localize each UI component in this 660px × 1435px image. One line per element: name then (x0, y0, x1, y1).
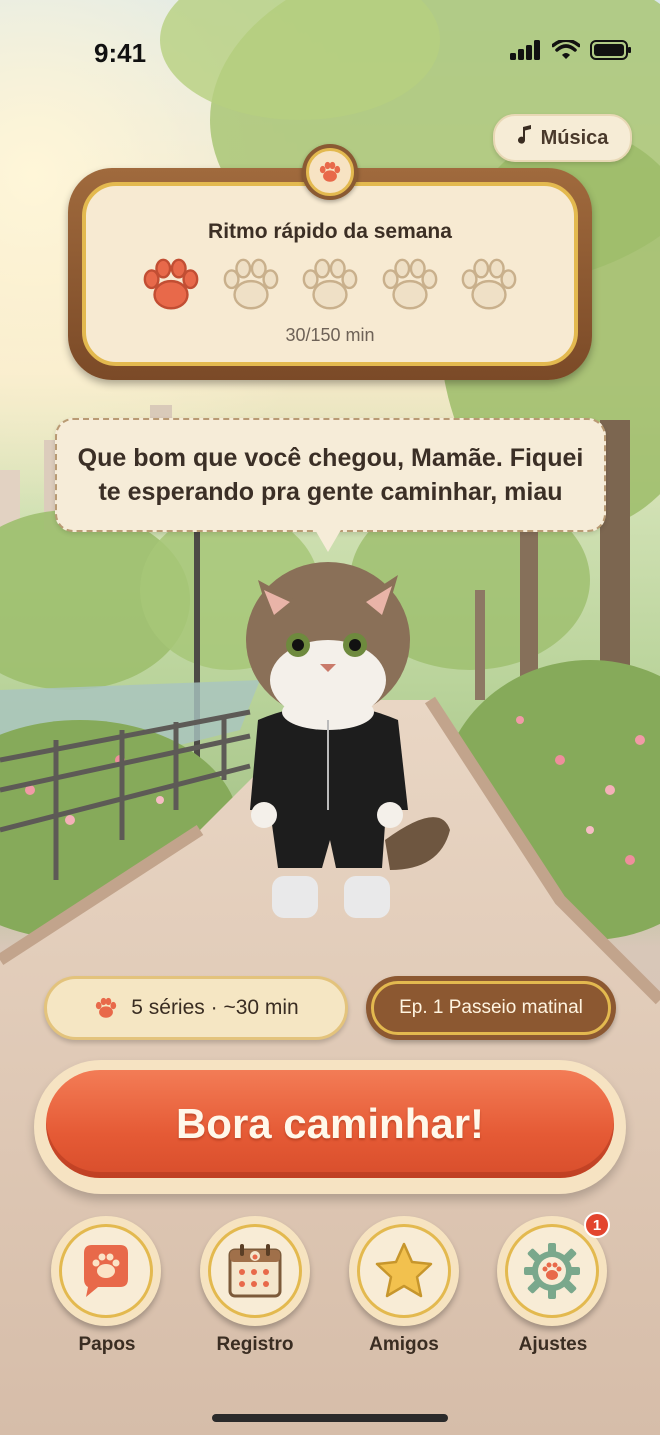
speech-bubble-text: Que bom que você chegou, Mamãe. Fiquei t… (77, 444, 584, 506)
paw-empty-icon (223, 258, 278, 310)
weekly-panel-title: Ritmo rápido da semana (208, 220, 452, 243)
episode-chip[interactable]: Ep. 1 Passeio matinal (366, 976, 616, 1040)
start-walk-button-label: Bora caminhar! (46, 1070, 614, 1178)
signal-icon (510, 40, 540, 60)
battery-icon (590, 40, 631, 60)
paw-icon (96, 997, 117, 1018)
music-button-label: Música (540, 126, 609, 149)
nav-label-ajustes: Ajustes (518, 1334, 588, 1355)
home-indicator (212, 1414, 448, 1422)
start-walk-button[interactable]: Bora caminhar! (34, 1060, 626, 1194)
paw-filled-icon (143, 258, 199, 310)
status-time: 9:41 (94, 38, 147, 68)
speech-bubble: Que bom que você chegou, Mamãe. Fiquei t… (55, 418, 606, 532)
nav-papos-button[interactable] (51, 1216, 161, 1326)
star-icon (375, 1242, 433, 1298)
gear-paw-icon (524, 1243, 580, 1299)
music-button[interactable]: Música (493, 114, 632, 162)
nav-amigos-button[interactable] (349, 1216, 459, 1326)
nav-label-registro: Registro (216, 1334, 294, 1355)
weekly-paw-progress (140, 254, 520, 316)
paw-empty-icon (302, 258, 358, 310)
nav-label-papos: Papos (78, 1334, 136, 1355)
status-icons (510, 40, 632, 60)
session-info-label: 5 séries · ~30 min (131, 996, 299, 1019)
nav-label-amigos: Amigos (369, 1334, 439, 1355)
wifi-icon (552, 40, 580, 59)
chat-bubble-paw-icon (84, 1245, 128, 1297)
notification-badge: 1 (584, 1212, 610, 1238)
nav-registro-button[interactable] (200, 1216, 310, 1326)
episode-chip-label: Ep. 1 Passeio matinal (371, 981, 611, 1035)
weekly-progress-text: 30/150 min (285, 325, 375, 345)
paw-icon (319, 161, 341, 182)
music-note-icon (517, 125, 533, 151)
paw-empty-icon (382, 258, 437, 310)
panel-paw-badge (302, 144, 358, 200)
calendar-paw-icon (228, 1244, 282, 1298)
paw-empty-icon (461, 258, 517, 310)
speech-bubble-tail (314, 528, 342, 552)
session-info-chip: 5 séries · ~30 min (44, 976, 348, 1040)
